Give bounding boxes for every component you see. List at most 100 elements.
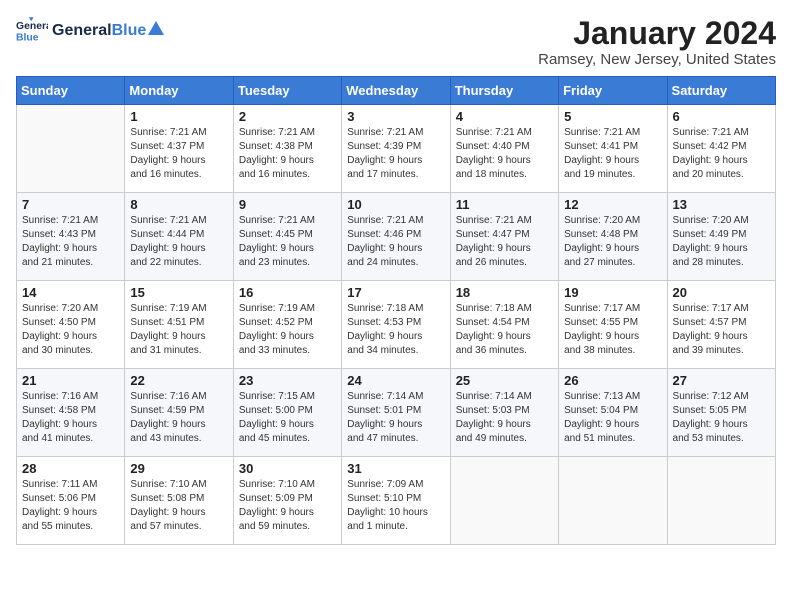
day-info: Sunrise: 7:21 AM Sunset: 4:41 PM Dayligh… (564, 126, 661, 182)
day-number: 25 (456, 373, 553, 388)
day-number: 27 (673, 373, 770, 388)
title-area: January 2024 Ramsey, New Jersey, United … (538, 16, 776, 68)
svg-text:General: General (16, 21, 48, 32)
week-row-2: 14 Sunrise: 7:20 AM Sunset: 4:50 PM Dayli… (17, 281, 776, 369)
calendar-cell: 18Sunrise: 7:18 AM Sunset: 4:54 PM Dayli… (450, 281, 558, 369)
calendar-cell: 23Sunrise: 7:15 AM Sunset: 5:00 PM Dayli… (233, 369, 341, 457)
calendar-cell: 6Sunrise: 7:21 AM Sunset: 4:42 PM Daylig… (667, 105, 775, 193)
calendar-cell: 5 Sunrise: 7:21 AM Sunset: 4:41 PM Daylig… (559, 105, 667, 193)
week-row-4: 28 Sunrise: 7:11 AM Sunset: 5:06 PM Dayli… (17, 457, 776, 545)
calendar-cell: 3 Sunrise: 7:21 AM Sunset: 4:39 PM Daylig… (342, 105, 450, 193)
calendar-title: January 2024 (538, 16, 776, 51)
day-number: 9 (239, 197, 336, 212)
day-info: Sunrise: 7:16 AM Sunset: 4:59 PM Dayligh… (130, 390, 227, 446)
page-header: General Blue General Blue January 2024 R… (16, 16, 776, 68)
calendar-cell: 11 Sunrise: 7:21 AM Sunset: 4:47 PM Dayli… (450, 193, 558, 281)
day-info: Sunrise: 7:14 AM Sunset: 5:01 PM Dayligh… (347, 390, 444, 446)
calendar-cell (559, 457, 667, 545)
svg-text:Blue: Blue (16, 32, 39, 43)
calendar-cell: 9 Sunrise: 7:21 AM Sunset: 4:45 PM Daylig… (233, 193, 341, 281)
day-number: 18 (456, 285, 553, 300)
calendar-cell: 16Sunrise: 7:19 AM Sunset: 4:52 PM Dayli… (233, 281, 341, 369)
day-info: Sunrise: 7:09 AM Sunset: 5:10 PM Dayligh… (347, 478, 444, 534)
header-wednesday: Wednesday (342, 77, 450, 105)
header-saturday: Saturday (667, 77, 775, 105)
calendar-cell: 8 Sunrise: 7:21 AM Sunset: 4:44 PM Daylig… (125, 193, 233, 281)
calendar-cell: 31Sunrise: 7:09 AM Sunset: 5:10 PM Dayli… (342, 457, 450, 545)
day-info: Sunrise: 7:10 AM Sunset: 5:09 PM Dayligh… (239, 478, 336, 534)
day-number: 28 (22, 461, 119, 476)
week-row-1: 7 Sunrise: 7:21 AM Sunset: 4:43 PM Daylig… (17, 193, 776, 281)
logo: General Blue General Blue (16, 16, 164, 44)
day-number: 21 (22, 373, 119, 388)
calendar-cell (450, 457, 558, 545)
calendar-cell: 28 Sunrise: 7:11 AM Sunset: 5:06 PM Dayli… (17, 457, 125, 545)
calendar-cell: 21 Sunrise: 7:16 AM Sunset: 4:58 PM Dayli… (17, 369, 125, 457)
day-number: 30 (239, 461, 336, 476)
day-number: 23 (239, 373, 336, 388)
day-info: Sunrise: 7:13 AM Sunset: 5:04 PM Dayligh… (564, 390, 661, 446)
day-info: Sunrise: 7:21 AM Sunset: 4:40 PM Dayligh… (456, 126, 553, 182)
day-number: 11 (456, 197, 553, 212)
calendar-cell: 20Sunrise: 7:17 AM Sunset: 4:57 PM Dayli… (667, 281, 775, 369)
calendar-cell: 7 Sunrise: 7:21 AM Sunset: 4:43 PM Daylig… (17, 193, 125, 281)
day-number: 17 (347, 285, 444, 300)
logo-triangle-icon (148, 21, 164, 35)
calendar-header: SundayMondayTuesdayWednesdayThursdayFrid… (17, 77, 776, 105)
calendar-cell: 17 Sunrise: 7:18 AM Sunset: 4:53 PM Dayli… (342, 281, 450, 369)
week-row-0: 1 Sunrise: 7:21 AM Sunset: 4:37 PM Daylig… (17, 105, 776, 193)
day-number: 19 (564, 285, 661, 300)
day-number: 20 (673, 285, 770, 300)
day-number: 22 (130, 373, 227, 388)
day-info: Sunrise: 7:21 AM Sunset: 4:44 PM Dayligh… (130, 214, 227, 270)
day-info: Sunrise: 7:21 AM Sunset: 4:47 PM Dayligh… (456, 214, 553, 270)
header-monday: Monday (125, 77, 233, 105)
calendar-cell: 19 Sunrise: 7:17 AM Sunset: 4:55 PM Dayli… (559, 281, 667, 369)
day-info: Sunrise: 7:18 AM Sunset: 4:53 PM Dayligh… (347, 302, 444, 358)
day-info: Sunrise: 7:21 AM Sunset: 4:39 PM Dayligh… (347, 126, 444, 182)
calendar-cell (17, 105, 125, 193)
calendar-cell: 25 Sunrise: 7:14 AM Sunset: 5:03 PM Dayli… (450, 369, 558, 457)
day-number: 1 (130, 109, 227, 124)
calendar-cell: 13 Sunrise: 7:20 AM Sunset: 4:49 PM Dayli… (667, 193, 775, 281)
day-info: Sunrise: 7:11 AM Sunset: 5:06 PM Dayligh… (22, 478, 119, 534)
calendar-cell: 29Sunrise: 7:10 AM Sunset: 5:08 PM Dayli… (125, 457, 233, 545)
header-tuesday: Tuesday (233, 77, 341, 105)
calendar-cell: 15Sunrise: 7:19 AM Sunset: 4:51 PM Dayli… (125, 281, 233, 369)
day-number: 8 (130, 197, 227, 212)
day-number: 7 (22, 197, 119, 212)
day-info: Sunrise: 7:21 AM Sunset: 4:37 PM Dayligh… (130, 126, 227, 182)
day-number: 24 (347, 373, 444, 388)
day-number: 13 (673, 197, 770, 212)
day-info: Sunrise: 7:20 AM Sunset: 4:50 PM Dayligh… (22, 302, 119, 358)
day-info: Sunrise: 7:21 AM Sunset: 4:43 PM Dayligh… (22, 214, 119, 270)
day-info: Sunrise: 7:21 AM Sunset: 4:38 PM Dayligh… (239, 126, 336, 182)
calendar-cell: 30 Sunrise: 7:10 AM Sunset: 5:09 PM Dayli… (233, 457, 341, 545)
calendar-table: SundayMondayTuesdayWednesdayThursdayFrid… (16, 76, 776, 545)
day-number: 14 (22, 285, 119, 300)
day-number: 6 (673, 109, 770, 124)
calendar-cell: 24 Sunrise: 7:14 AM Sunset: 5:01 PM Dayli… (342, 369, 450, 457)
day-info: Sunrise: 7:16 AM Sunset: 4:58 PM Dayligh… (22, 390, 119, 446)
calendar-cell: 12Sunrise: 7:20 AM Sunset: 4:48 PM Dayli… (559, 193, 667, 281)
calendar-subtitle: Ramsey, New Jersey, United States (538, 51, 776, 68)
day-info: Sunrise: 7:14 AM Sunset: 5:03 PM Dayligh… (456, 390, 553, 446)
day-number: 16 (239, 285, 336, 300)
day-info: Sunrise: 7:21 AM Sunset: 4:45 PM Dayligh… (239, 214, 336, 270)
header-sunday: Sunday (17, 77, 125, 105)
day-number: 3 (347, 109, 444, 124)
header-row: SundayMondayTuesdayWednesdayThursdayFrid… (17, 77, 776, 105)
day-info: Sunrise: 7:20 AM Sunset: 4:49 PM Dayligh… (673, 214, 770, 270)
calendar-cell: 22 Sunrise: 7:16 AM Sunset: 4:59 PM Dayli… (125, 369, 233, 457)
logo-icon: General Blue (16, 16, 48, 44)
day-info: Sunrise: 7:19 AM Sunset: 4:51 PM Dayligh… (130, 302, 227, 358)
day-number: 5 (564, 109, 661, 124)
calendar-cell: 27 Sunrise: 7:12 AM Sunset: 5:05 PM Dayli… (667, 369, 775, 457)
day-number: 26 (564, 373, 661, 388)
calendar-cell (667, 457, 775, 545)
day-info: Sunrise: 7:17 AM Sunset: 4:55 PM Dayligh… (564, 302, 661, 358)
day-info: Sunrise: 7:12 AM Sunset: 5:05 PM Dayligh… (673, 390, 770, 446)
header-thursday: Thursday (450, 77, 558, 105)
day-number: 2 (239, 109, 336, 124)
calendar-cell: 26 Sunrise: 7:13 AM Sunset: 5:04 PM Dayli… (559, 369, 667, 457)
